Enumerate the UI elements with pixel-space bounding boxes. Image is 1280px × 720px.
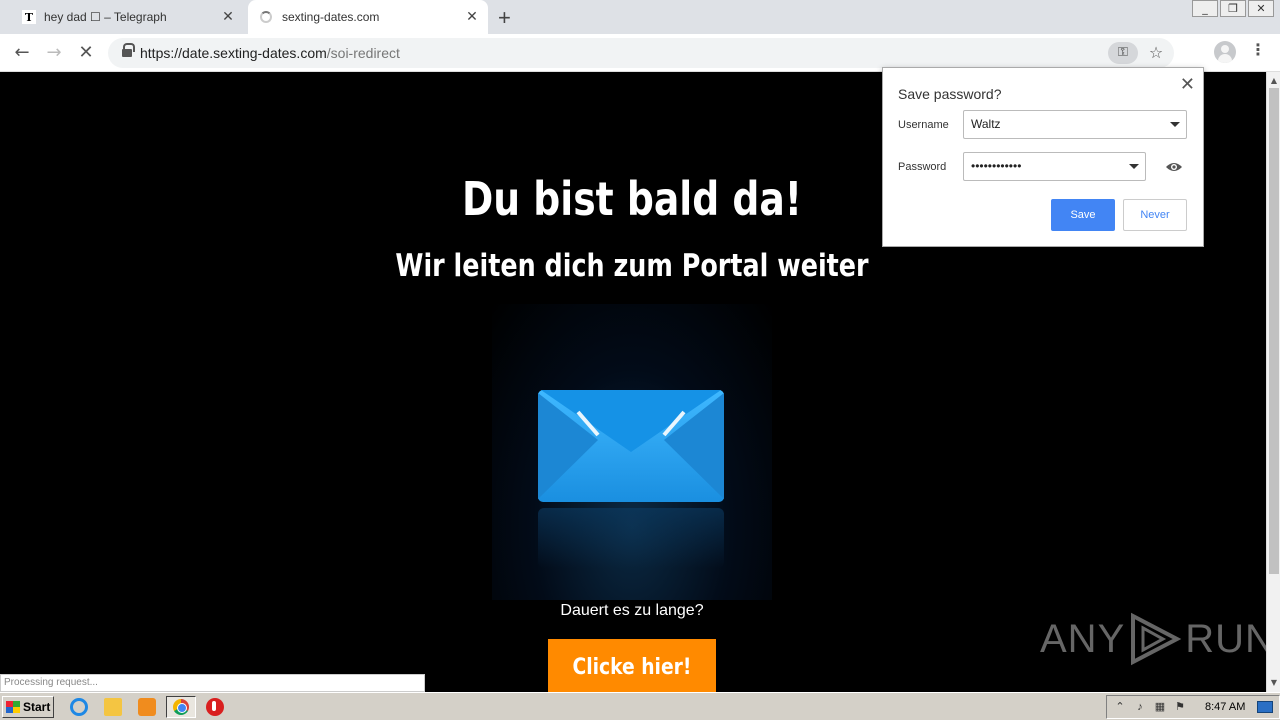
chrome-taskbar-button[interactable]: [166, 696, 196, 718]
volume-icon[interactable]: ♪: [1133, 700, 1147, 714]
stop-loading-icon[interactable]: ✕: [74, 42, 98, 64]
anyrun-watermark: ANY RUN: [1040, 612, 1266, 666]
click-here-button[interactable]: Clicke hier!: [548, 639, 716, 692]
key-icon[interactable]: ⚿: [1108, 42, 1138, 64]
chevron-down-icon[interactable]: [1129, 164, 1139, 169]
opera-icon[interactable]: [206, 698, 224, 716]
save-password-dialog: Save password? ✕ Username Waltz Password…: [882, 67, 1204, 247]
media-player-icon[interactable]: [138, 698, 156, 716]
chevron-down-icon[interactable]: [1170, 122, 1180, 127]
save-button[interactable]: Save: [1051, 199, 1115, 231]
address-bar[interactable]: https://date.sexting-dates.com/soi-redir…: [108, 38, 1174, 68]
scroll-up-icon[interactable]: ▲: [1267, 74, 1280, 88]
click-here-label: Clicke hier!: [572, 654, 692, 680]
play-logo-icon: [1131, 612, 1182, 666]
username-label: Username: [898, 119, 949, 131]
new-tab-button[interactable]: +: [498, 5, 511, 31]
start-button[interactable]: Start: [2, 696, 54, 718]
tab-title: hey dad ☐ – Telegraph: [44, 10, 167, 24]
never-button[interactable]: Never: [1123, 199, 1187, 231]
chevron-up-icon[interactable]: ⌃: [1113, 700, 1127, 714]
loading-spinner-icon: [260, 11, 272, 23]
system-tray: ⌃ ♪ ▦ ⚑ 8:47 AM: [1106, 695, 1280, 719]
page-subheading: Wir leiten dich zum Portal weiter: [395, 248, 869, 284]
watermark-left: ANY: [1040, 616, 1126, 661]
envelope-reflection: [538, 508, 724, 568]
password-field[interactable]: ••••••••••••: [963, 152, 1146, 181]
tab-strip: T hey dad ☐ – Telegraph ✕ sexting-dates.…: [0, 0, 1280, 34]
page-scrollbar[interactable]: ▲ ▼: [1266, 72, 1280, 692]
envelope-graphic: [492, 304, 772, 600]
dialog-title: Save password?: [898, 86, 1002, 102]
flag-icon[interactable]: ⚑: [1173, 700, 1187, 714]
minimize-button[interactable]: _: [1192, 0, 1218, 17]
folder-icon[interactable]: [104, 698, 122, 716]
internet-explorer-icon[interactable]: [70, 698, 88, 716]
window-controls: _ ❐ ✕: [1190, 0, 1274, 17]
password-value: ••••••••••••: [971, 159, 1022, 173]
chrome-icon: [173, 699, 189, 715]
close-icon[interactable]: ✕: [1180, 74, 1195, 95]
windows-flag-icon: [6, 701, 20, 713]
lock-icon[interactable]: [122, 43, 135, 58]
username-value: Waltz: [971, 117, 1001, 131]
url-host: https://date.sexting-dates.com: [140, 45, 327, 61]
status-bar: Processing request...: [0, 674, 425, 692]
forward-arrow-icon[interactable]: →: [42, 42, 66, 64]
eye-icon[interactable]: [1165, 160, 1183, 174]
close-icon[interactable]: ✕: [218, 9, 238, 25]
tab-telegraph[interactable]: T hey dad ☐ – Telegraph ✕: [12, 0, 244, 34]
tab-title: sexting-dates.com: [282, 10, 380, 24]
star-icon[interactable]: ☆: [1144, 42, 1168, 64]
tab-sexting-dates[interactable]: sexting-dates.com ✕: [248, 0, 488, 34]
back-arrow-icon[interactable]: ←: [10, 42, 34, 64]
kebab-menu-icon[interactable]: ⋮: [1248, 40, 1268, 59]
url-text[interactable]: https://date.sexting-dates.com/soi-redir…: [140, 45, 400, 61]
restore-button[interactable]: ❐: [1220, 0, 1246, 17]
url-path: /soi-redirect: [326, 45, 400, 61]
scroll-thumb[interactable]: [1269, 88, 1279, 574]
start-label: Start: [23, 700, 51, 714]
network-icon[interactable]: ▦: [1153, 700, 1167, 714]
windows-taskbar: Start ⌃ ♪ ▦ ⚑ 8:47 AM: [0, 692, 1280, 720]
profile-avatar-icon[interactable]: [1214, 41, 1236, 63]
close-icon[interactable]: ✕: [462, 9, 482, 25]
scroll-down-icon[interactable]: ▼: [1267, 676, 1280, 690]
clock[interactable]: 8:47 AM: [1205, 701, 1245, 713]
show-desktop-icon[interactable]: [1257, 701, 1274, 713]
omnibox-actions: ⚿ ☆: [1108, 42, 1168, 64]
telegraph-favicon-icon: T: [22, 10, 36, 24]
username-field[interactable]: Waltz: [963, 110, 1187, 139]
envelope-icon: [538, 390, 724, 502]
close-window-button[interactable]: ✕: [1248, 0, 1274, 17]
password-label: Password: [898, 161, 947, 173]
watermark-right: RUN: [1185, 616, 1266, 661]
